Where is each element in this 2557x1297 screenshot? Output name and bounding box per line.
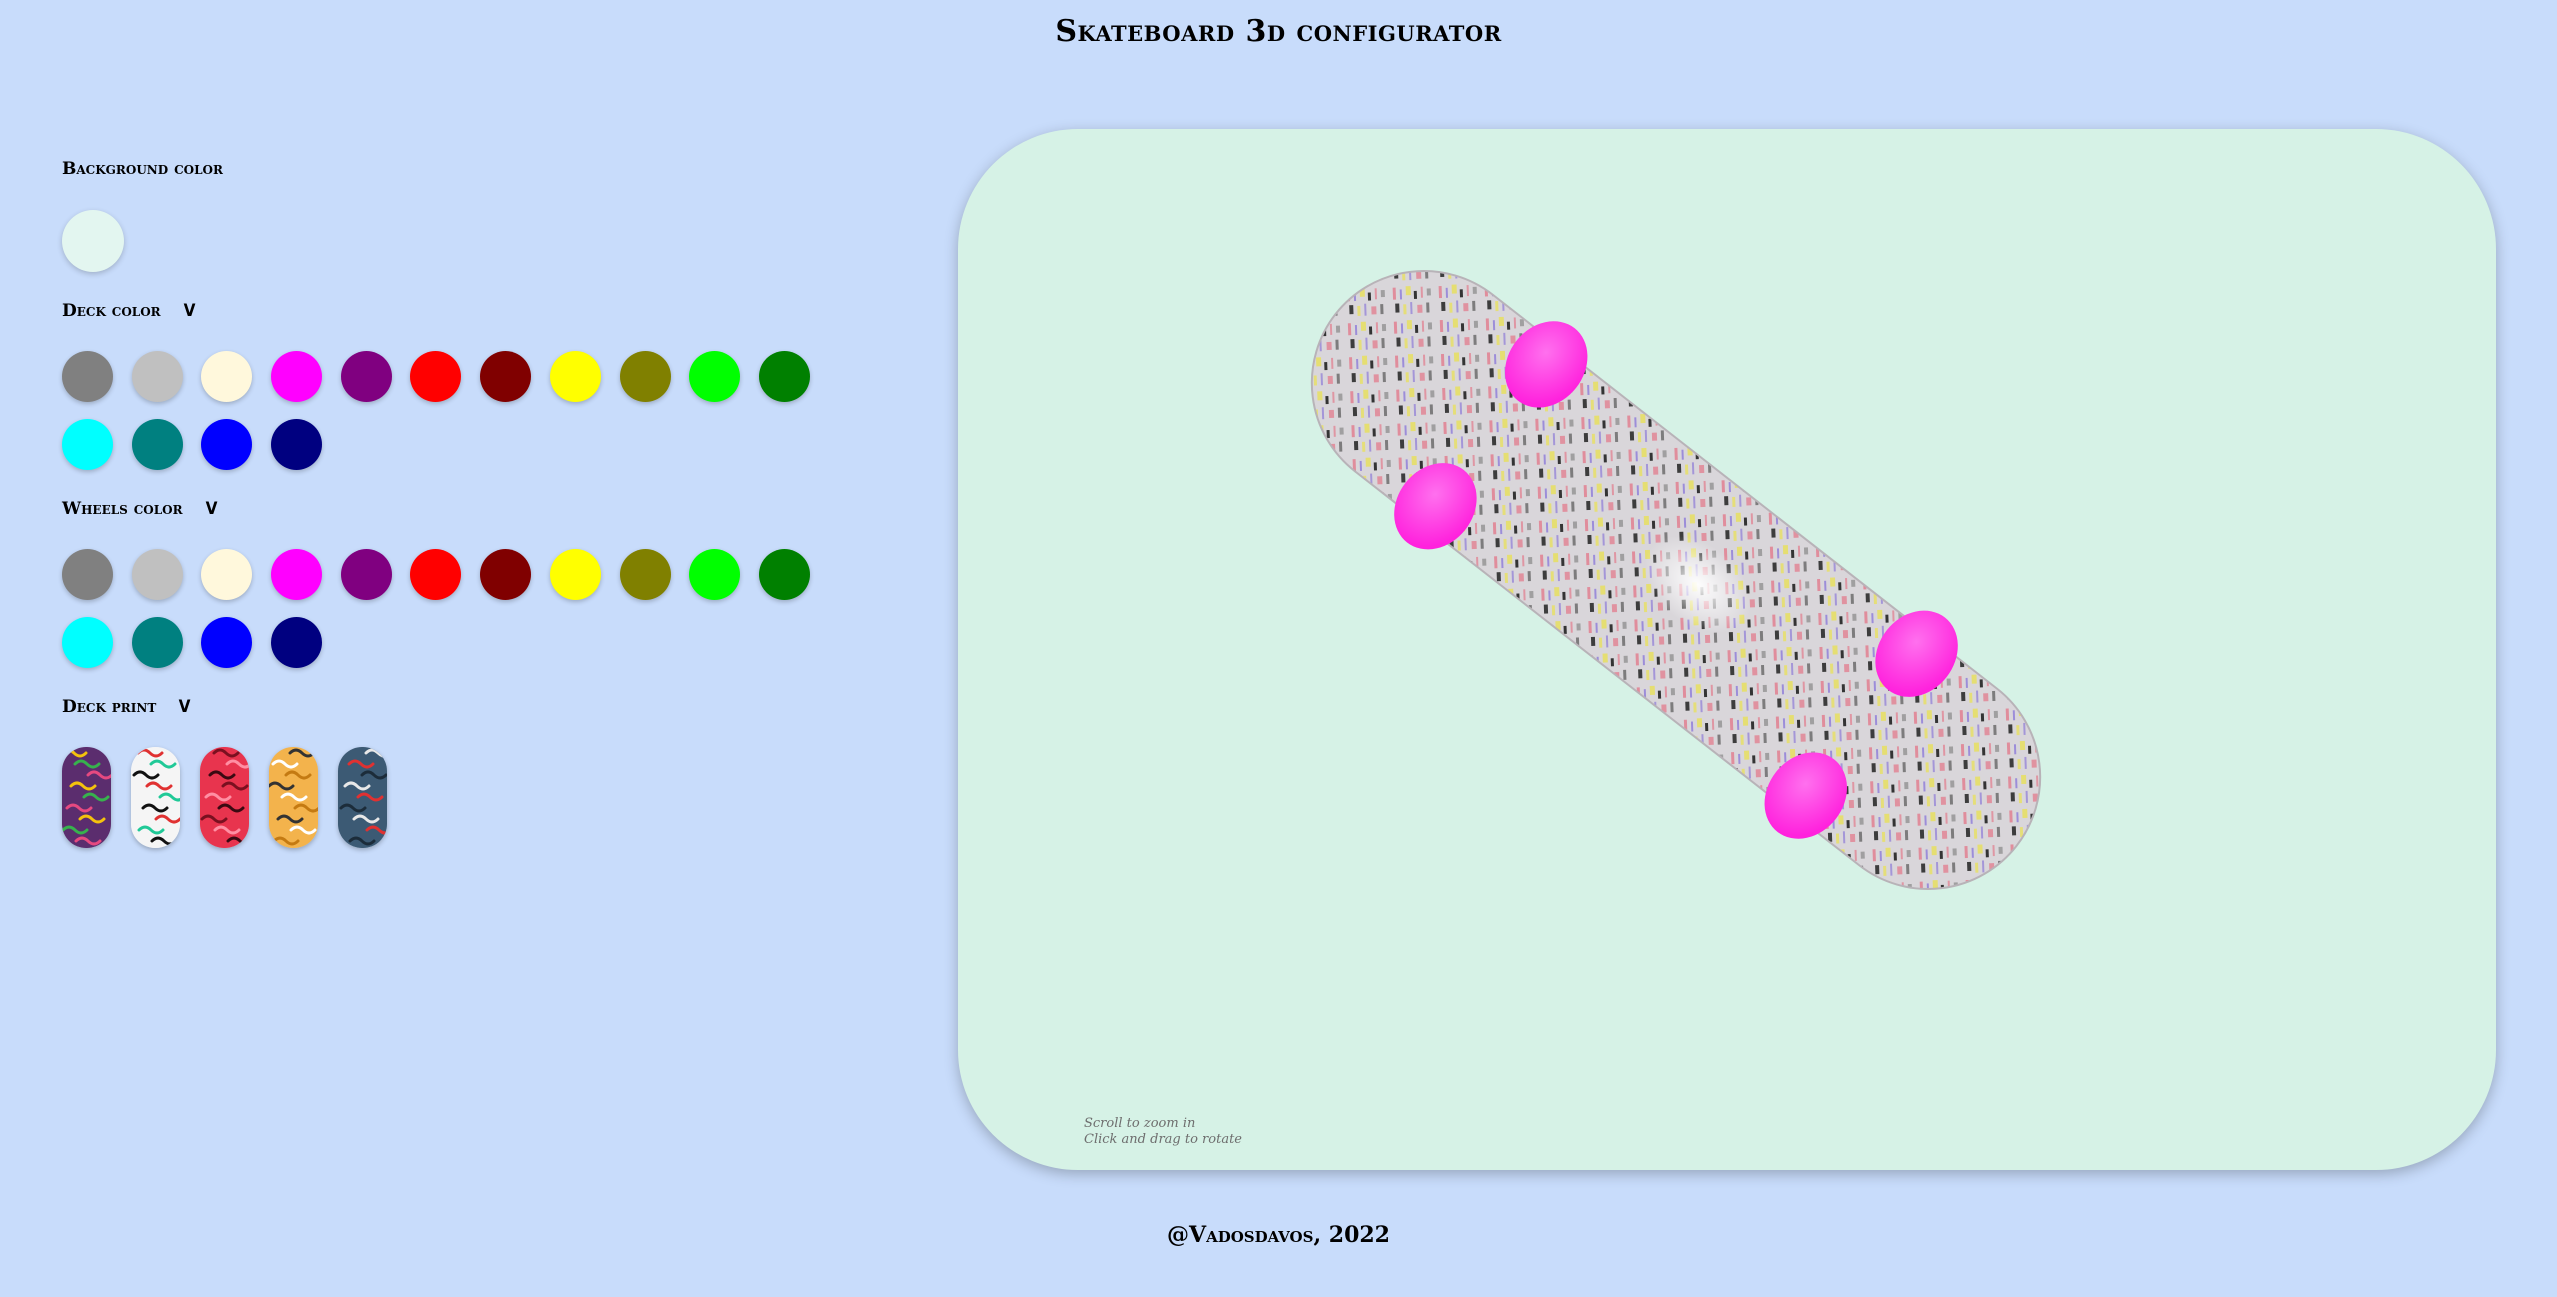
deck-color-swatch[interactable] bbox=[689, 351, 741, 402]
psychedelic-swirl-print[interactable] bbox=[62, 747, 111, 848]
deck-color-row bbox=[62, 419, 323, 470]
wheels-color-toggle-chevron-icon[interactable]: V bbox=[205, 499, 217, 519]
background-color-label: Background color bbox=[62, 159, 223, 179]
skateboard-3d-viewer[interactable]: Scroll to zoom in Click and drag to rota… bbox=[958, 129, 2496, 1170]
wheels-color-swatch[interactable] bbox=[549, 549, 601, 600]
wheels-color-swatch[interactable] bbox=[62, 549, 113, 600]
deck-color-toggle-chevron-icon[interactable]: V bbox=[183, 301, 195, 321]
viewer-hints: Scroll to zoom in Click and drag to rota… bbox=[1084, 1116, 1242, 1148]
deck-color-swatch[interactable] bbox=[619, 351, 671, 402]
deck-color-swatch[interactable] bbox=[340, 351, 392, 402]
wheels-color-swatch[interactable] bbox=[271, 617, 323, 668]
wheels-color-swatch[interactable] bbox=[340, 549, 392, 600]
deck-color-swatch[interactable] bbox=[201, 351, 253, 402]
deck-print-toggle-chevron-icon[interactable]: V bbox=[179, 697, 191, 717]
wheels-color-swatch[interactable] bbox=[62, 617, 113, 668]
wheels-color-row bbox=[62, 617, 323, 668]
skateboard-model[interactable] bbox=[958, 129, 2496, 1170]
deck-color-swatch[interactable] bbox=[201, 419, 253, 470]
deck-color-swatch[interactable] bbox=[480, 351, 532, 402]
wheels-color-swatch[interactable] bbox=[480, 549, 532, 600]
wheels-color-row bbox=[62, 549, 810, 600]
wheels-color-label: Wheels color bbox=[62, 499, 183, 519]
rotate-hint: Click and drag to rotate bbox=[1084, 1132, 1242, 1147]
zoom-hint: Scroll to zoom in bbox=[1084, 1116, 1196, 1131]
wheels-color-swatch[interactable] bbox=[201, 549, 253, 600]
deck-color-label: Deck color bbox=[62, 301, 161, 321]
wheels-color-heading: Wheels color V bbox=[62, 499, 218, 519]
deck-color-swatch[interactable] bbox=[758, 351, 810, 402]
blue-graffiti-print[interactable] bbox=[338, 747, 387, 848]
deck-print-heading: Deck print V bbox=[62, 697, 191, 717]
memphis-doodle-print[interactable] bbox=[131, 747, 180, 848]
deck-color-swatch[interactable] bbox=[410, 351, 462, 402]
page-title: Skateboard 3d configurator bbox=[1055, 14, 1502, 49]
wheels-color-swatch[interactable] bbox=[131, 617, 183, 668]
yellow-cartoon-print[interactable] bbox=[269, 747, 318, 848]
background-color-heading: Background color bbox=[62, 159, 223, 179]
deck-color-swatch[interactable] bbox=[271, 419, 323, 470]
red-pattern-print[interactable] bbox=[200, 747, 249, 848]
deck-color-swatch[interactable] bbox=[62, 419, 113, 470]
footer-credit: @Vadosdavos, 2022 bbox=[1167, 1222, 1390, 1248]
wheels-color-swatch[interactable] bbox=[619, 549, 671, 600]
wheels-color-swatch[interactable] bbox=[131, 549, 183, 600]
deck-color-swatch[interactable] bbox=[131, 419, 183, 470]
deck-color-swatch[interactable] bbox=[271, 351, 323, 402]
wheels-color-swatch[interactable] bbox=[201, 617, 253, 668]
wheels-color-swatch[interactable] bbox=[689, 549, 741, 600]
deck-color-swatch[interactable] bbox=[549, 351, 601, 402]
wheels-color-swatch[interactable] bbox=[271, 549, 323, 600]
background-color-swatch[interactable] bbox=[62, 210, 124, 272]
deck-color-swatch[interactable] bbox=[131, 351, 183, 402]
deck-print-label: Deck print bbox=[62, 697, 157, 717]
wheels-color-swatch[interactable] bbox=[410, 549, 462, 600]
deck-color-row bbox=[62, 351, 810, 402]
deck-color-swatch[interactable] bbox=[62, 351, 113, 402]
deck-print-row bbox=[62, 747, 387, 848]
wheels-color-swatch[interactable] bbox=[758, 549, 810, 600]
deck-color-heading: Deck color V bbox=[62, 301, 196, 321]
